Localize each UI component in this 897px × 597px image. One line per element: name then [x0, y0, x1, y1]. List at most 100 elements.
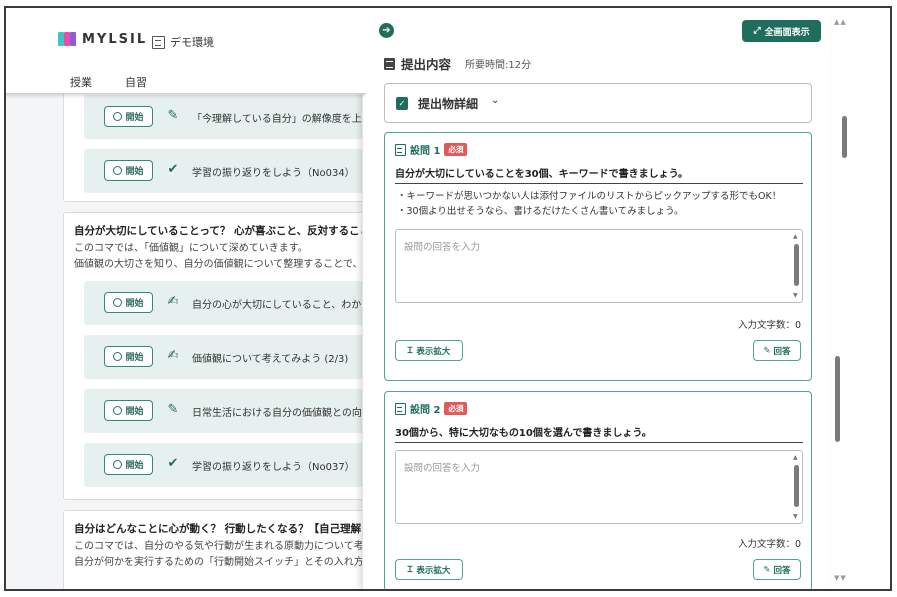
pencil-icon: ✎ [763, 345, 771, 356]
question-doc-icon [395, 143, 406, 156]
lesson-label: 「今理解している自分」の解像度を上げ [192, 114, 366, 125]
document-icon [384, 57, 395, 70]
textarea-scrollbar[interactable]: ▲ ▼ [793, 233, 800, 299]
char-count: 入力文字数：0 [737, 320, 801, 331]
environment-label: デモ環境 [152, 34, 214, 50]
text-height-icon: Ɪ [407, 565, 413, 575]
logo[interactable]: MYLSIL [58, 30, 147, 48]
question-note: ・キーワードが思いつかない人は添付ファイルのリストからピックアップする形でもOK… [397, 191, 782, 202]
submission-detail-label: 提出物詳細 [418, 97, 479, 111]
expand-view-button[interactable]: Ɪ 表示拡大 [395, 340, 463, 361]
clipboard-check-icon: ✔ [167, 456, 179, 471]
answer-button[interactable]: ✎ 回答 [753, 559, 801, 580]
edit-check-icon: ✍ [167, 294, 179, 309]
pencil-icon: ✎ [167, 108, 179, 123]
play-circle-icon [113, 112, 123, 121]
clipboard-check-icon: ✓ [396, 97, 408, 110]
scroll-thumb[interactable] [794, 465, 799, 507]
lesson-label: 自分の心が大切にしていること、わか [192, 300, 362, 311]
textarea-scrollbar[interactable]: ▲ ▼ [793, 454, 800, 520]
required-time: 所要時間:12分 [465, 60, 532, 71]
section-description: このコマでは、「価値観」について深めていきます。 [74, 243, 308, 254]
question-header: 設問 2 必須 [395, 401, 468, 416]
start-button[interactable]: 開始 [104, 454, 153, 475]
scroll-thumb[interactable] [835, 356, 840, 442]
question-number: 設問 2 [410, 405, 441, 416]
answer-textarea[interactable]: 設問の回答を入力 ▲ ▼ [395, 450, 803, 524]
question-card: 設問 2 必須 30個から、特に大切なもの10個を選んで書きましょう。 設問の回… [384, 391, 812, 589]
play-circle-icon [113, 166, 123, 175]
section-description: 自分が何かを実行するための「行動開始スイッチ」とその入れ方 [74, 557, 364, 568]
question-text: 30個から、特に大切なもの10個を選んで書きましょう。 [395, 424, 803, 443]
scroll-down-icon[interactable]: ▼▼ [834, 574, 847, 582]
panel-header: 提出内容 所要時間:12分 [384, 54, 531, 73]
page-scrollbar[interactable]: ▲▲ ▼▼ [832, 16, 856, 588]
logo-mark-icon [58, 30, 76, 48]
tab-self-study[interactable]: 自習 [125, 74, 147, 90]
clipboard-check-icon: ✔ [167, 162, 179, 177]
section-description: このコマでは、自分のやる気や行動が生まれる原動力について考 [74, 541, 364, 552]
section-title: 自分が大切にしていることって？ 心が喜ぶこと、反対すること。 [74, 225, 366, 237]
lesson-item[interactable]: 開始 ✔ 学習の振り返りをしよう（No034） [84, 149, 366, 193]
edit-check-icon: ✍ [167, 348, 179, 363]
start-button[interactable]: 開始 [104, 106, 153, 127]
tab-class[interactable]: 授業 [70, 74, 92, 90]
fullscreen-button[interactable]: ⤢ 全画面表示 [742, 20, 821, 42]
start-button[interactable]: 開始 [104, 400, 153, 421]
main-tabs: 授業 自習 [70, 74, 147, 90]
scroll-down-icon: ▼ [793, 292, 798, 299]
pencil-icon: ✎ [167, 402, 179, 417]
required-badge: 必須 [444, 402, 468, 415]
section-title: 自分はどんなことに心が動く？ 行動したくなる？【自己理解2】 [74, 523, 366, 535]
lesson-item[interactable]: 開始 ✔ 学習の振り返りをしよう（No037） [84, 443, 366, 487]
scroll-thumb[interactable] [794, 244, 799, 286]
lesson-label: 日常生活における自分の価値観との向 [192, 408, 362, 419]
building-icon [152, 35, 165, 49]
app-window: MYLSIL デモ環境 授業 自習 開始 ✎ 「今理解している自分」の解像度を上… [4, 6, 892, 591]
lesson-label: 学習の振り返りをしよう（No034） [192, 168, 355, 179]
required-badge: 必須 [444, 143, 468, 156]
arrow-right-circle-icon[interactable]: ➔ [379, 23, 394, 38]
char-count: 入力文字数：0 [737, 539, 801, 550]
answer-placeholder: 設問の回答を入力 [404, 463, 481, 474]
environment-text: デモ環境 [170, 36, 214, 49]
lesson-item[interactable]: 開始 ✍ 自分の心が大切にしていること、わか [84, 281, 366, 325]
chevron-down-icon: ⌄ [491, 95, 500, 106]
play-circle-icon [113, 460, 123, 469]
start-button[interactable]: 開始 [104, 346, 153, 367]
text-height-icon: Ɪ [407, 346, 413, 356]
answer-placeholder: 設問の回答を入力 [404, 242, 481, 253]
pencil-icon: ✎ [763, 564, 771, 575]
expand-icon: ⤢ [753, 26, 761, 36]
scroll-up-icon: ▲ [793, 233, 798, 240]
lesson-label: 価値観について考えてみよう (2/3) [192, 354, 349, 365]
answer-button[interactable]: ✎ 回答 [753, 340, 801, 361]
play-circle-icon [113, 352, 123, 361]
lesson-list-pane: MYLSIL デモ環境 授業 自習 開始 ✎ 「今理解している自分」の解像度を上… [6, 8, 366, 589]
lesson-section: 自分はどんなことに心が動く？ 行動したくなる？【自己理解2】 このコマでは、自分… [63, 510, 366, 589]
start-button[interactable]: 開始 [104, 292, 153, 313]
lesson-section: 自分が大切にしていることって？ 心が喜ぶこと、反対すること。 このコマでは、「価… [63, 212, 366, 500]
expand-view-button[interactable]: Ɪ 表示拡大 [395, 559, 463, 580]
section-description: 価値観の大切さを知り、自分の価値観について整理することで、 [74, 259, 363, 270]
answer-textarea[interactable]: 設問の回答を入力 ▲ ▼ [395, 229, 803, 303]
lesson-item[interactable]: 開始 ✎ 日常生活における自分の価値観との向 [84, 389, 366, 433]
question-number: 設問 1 [410, 146, 441, 157]
question-note: ・30個より出せそうなら、書けるだけたくさん書いてみましょう。 [397, 206, 684, 217]
panel-title: 提出内容 [401, 57, 452, 72]
start-button[interactable]: 開始 [104, 160, 153, 181]
question-doc-icon [395, 402, 406, 415]
logo-text: MYLSIL [82, 31, 148, 47]
question-text: 自分が大切にしていることを30個、キーワードで書きましょう。 [395, 165, 803, 184]
submission-panel: ➔ ⤢ 全画面表示 提出内容 所要時間:12分 ✓ 提出物詳細 ⌄ 設問 1 必… [362, 8, 830, 589]
question-header: 設問 1 必須 [395, 142, 468, 157]
scroll-up-icon[interactable]: ▲▲ [834, 18, 847, 26]
lesson-item[interactable]: 開始 ✍ 価値観について考えてみよう (2/3) [84, 335, 366, 379]
play-circle-icon [113, 406, 123, 415]
play-circle-icon [113, 298, 123, 307]
top-header: MYLSIL デモ環境 授業 自習 [6, 8, 366, 94]
scroll-thumb[interactable] [842, 116, 847, 158]
lesson-item[interactable]: 開始 ✎ 「今理解している自分」の解像度を上げ [84, 95, 366, 139]
submission-detail-toggle[interactable]: ✓ 提出物詳細 ⌄ [384, 83, 812, 123]
question-card: 設問 1 必須 自分が大切にしていることを30個、キーワードで書きましょう。 ・… [384, 132, 812, 381]
